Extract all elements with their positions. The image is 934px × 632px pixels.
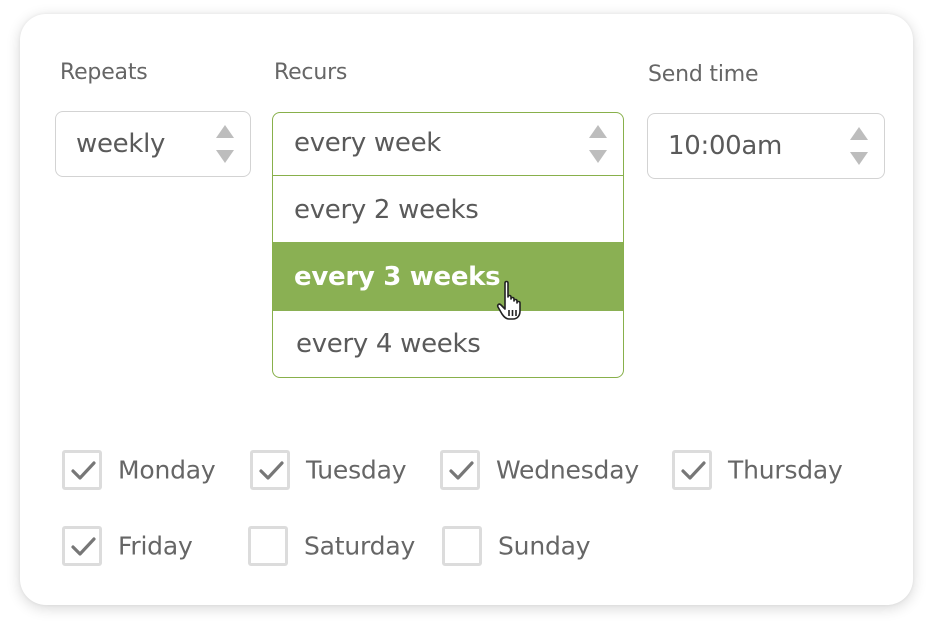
thursday-checkbox[interactable] [672,450,712,490]
repeats-value: weekly [76,129,166,159]
up-down-arrows-icon [589,125,607,163]
sunday-checkbox[interactable] [442,526,482,566]
recurs-option-every-3-weeks[interactable]: every 3 weeks [273,242,623,311]
send-time-value: 10:00am [668,131,783,161]
recurs-label: Recurs [274,60,348,85]
hand-pointer-icon [496,280,521,320]
thursday-label: Thursday [728,455,843,485]
saturday-label: Saturday [304,531,416,561]
checkmark-icon [449,461,474,480]
send-time-select[interactable]: 10:00am [647,113,885,179]
recurs-option-every-4-weeks[interactable]: every 4 weeks [273,311,623,377]
checkmark-icon [71,537,96,556]
tuesday-checkbox[interactable] [250,450,290,490]
checkmark-icon [259,461,284,480]
recurs-dropdown[interactable]: every week every 2 weeks every 3 weeks e… [272,112,624,378]
checkmark-icon [71,461,96,480]
wednesday-label: Wednesday [496,455,639,485]
recurs-select[interactable]: every week [273,113,623,176]
recurs-value: every week [294,128,442,158]
sunday-label: Sunday [498,531,591,561]
repeats-select[interactable]: weekly [55,111,251,177]
up-down-arrows-icon [216,125,234,163]
saturday-checkbox[interactable] [248,526,288,566]
recurs-option-every-2-weeks[interactable]: every 2 weeks [273,177,623,243]
up-down-arrows-icon [850,127,868,165]
friday-checkbox[interactable] [62,526,102,566]
tuesday-label: Tuesday [306,455,407,485]
repeats-label: Repeats [60,60,148,85]
friday-label: Friday [118,531,193,561]
wednesday-checkbox[interactable] [440,450,480,490]
send-time-label: Send time [648,62,759,87]
monday-checkbox[interactable] [62,450,102,490]
checkmark-icon [681,461,706,480]
monday-label: Monday [118,455,216,485]
